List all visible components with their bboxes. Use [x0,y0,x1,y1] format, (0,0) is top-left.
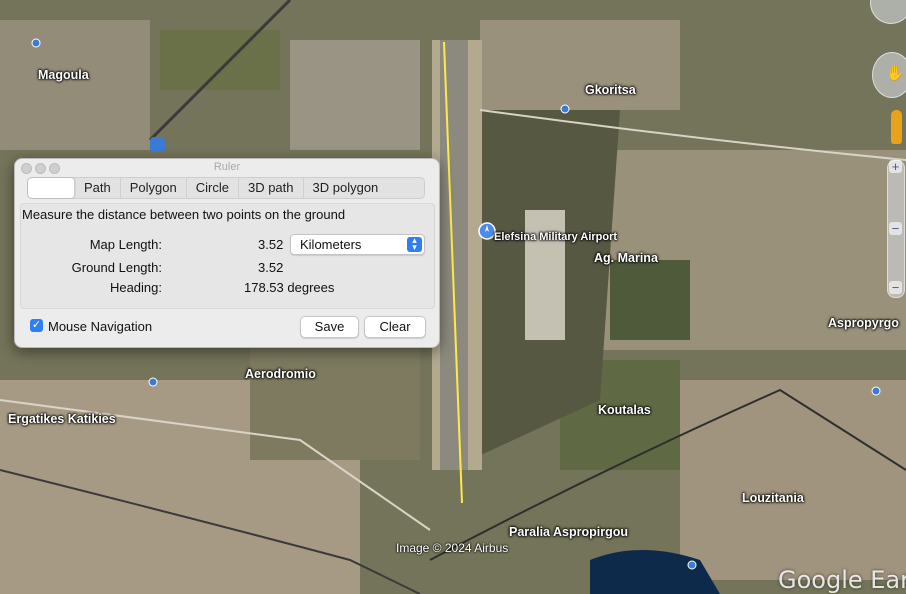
mouse-navigation-label[interactable]: Mouse Navigation [48,319,152,334]
zoom-out-button[interactable]: − [889,281,902,294]
place-label-gkoritsa[interactable]: Gkoritsa [585,83,636,97]
place-label-ergatikes-katikies[interactable]: Ergatikes Katikies [8,412,116,426]
map-length-label: Map Length: [89,237,162,252]
imagery-credit: Image © 2024 Airbus [396,541,509,555]
window-title: Ruler [213,161,241,173]
ground-length-label: Ground Length: [71,260,162,275]
measure-mode-tabs: Path Polygon Circle 3D path 3D polygon [27,177,425,199]
place-label-koutalas[interactable]: Koutalas [598,403,651,417]
ground-length-value: 3.52 [258,260,284,275]
place-label-paralia-aspropirgou[interactable]: Paralia Aspropirgou [509,525,628,539]
place-label-aspropyrgo[interactable]: Aspropyrgo [828,316,899,330]
save-button[interactable]: Save [300,316,359,338]
hand-icon: ✋ [886,65,905,82]
place-label-airport[interactable]: Elefsina Military Airport [494,231,617,243]
zoom-handle[interactable]: − [889,222,902,235]
tab-polygon[interactable]: Polygon [121,178,187,198]
select-arrows-icon: ▴ ▾ [407,236,422,252]
heading-value: 178.53 degrees [244,280,335,295]
tab-line[interactable] [28,178,75,198]
place-label-louzitania[interactable]: Louzitania [742,491,804,505]
tab-3d-polygon[interactable]: 3D polygon [304,178,388,198]
clear-button[interactable]: Clear [364,316,426,338]
unit-select[interactable]: Kilometers ▴ ▾ [290,234,425,255]
tab-circle[interactable]: Circle [187,178,239,198]
unit-select-value: Kilometers [300,237,362,252]
place-label-magoula[interactable]: Magoula [38,68,89,82]
place-label-ag-marina[interactable]: Ag. Marina [594,251,658,265]
google-earth-watermark: Google Ear [778,566,906,594]
ruler-titlebar[interactable]: Ruler [15,159,439,175]
mouse-navigation-checkbox[interactable]: ✓ [30,319,43,332]
ruler-window: Ruler Path Polygon Circle 3D path 3D pol… [14,158,440,348]
train-station-icon [150,137,165,152]
map-length-value: 3.52 [258,237,284,252]
ruler-description: Measure the distance between two points … [22,207,346,222]
heading-label: Heading: [109,280,162,295]
pegman-icon[interactable] [891,110,902,144]
tab-path[interactable]: Path [75,178,121,198]
tab-3d-path[interactable]: 3D path [239,178,304,198]
zoom-in-button[interactable]: + [889,160,902,173]
place-label-aerodromio[interactable]: Aerodromio [245,367,316,381]
